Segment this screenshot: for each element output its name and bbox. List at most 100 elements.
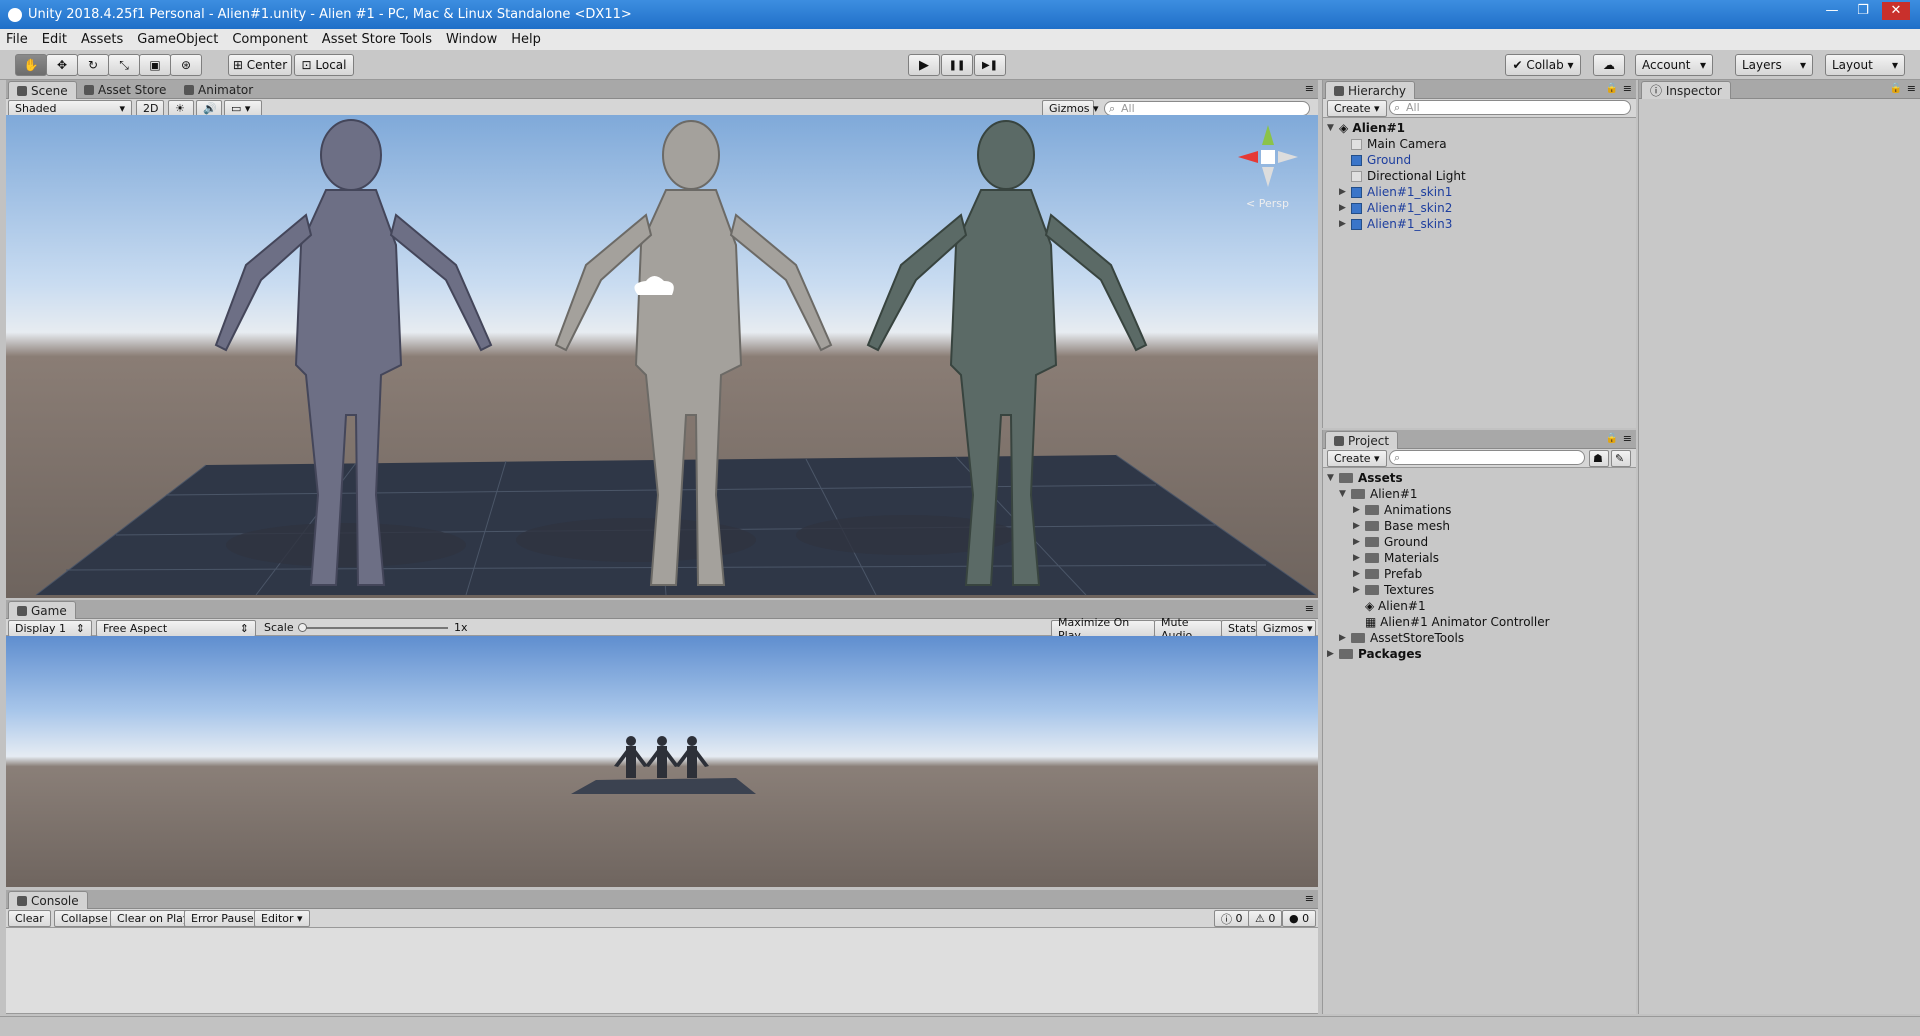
hierarchy-search-input[interactable]: All [1389,100,1631,115]
game-gizmos-dropdown[interactable]: Gizmos ▾ [1256,620,1316,637]
maximize-on-play-toggle[interactable]: Maximize On Play [1051,616,1155,642]
hierarchy-item-ground[interactable]: Ground [1351,152,1411,168]
lock-icon[interactable]: 🔒 [1606,433,1618,444]
expand-arrow-icon[interactable]: ▶ [1327,649,1339,659]
project-folder-asset-store-tools[interactable]: ▶ AssetStoreTools [1339,630,1464,646]
error-filter-toggle[interactable]: ● 0 [1282,910,1317,927]
scene-viewport[interactable]: < Persp [6,115,1318,598]
stats-toggle[interactable]: Stats [1221,620,1257,637]
expand-arrow-icon[interactable]: ▶ [1353,553,1365,563]
minimize-button[interactable]: — [1818,2,1846,20]
pivot-center-button[interactable]: ⊞ Center [228,54,292,76]
project-packages-folder[interactable]: ▶ Packages [1327,646,1422,662]
expand-arrow-icon[interactable]: ▶ [1339,187,1351,197]
expand-arrow-icon[interactable]: ▶ [1353,585,1365,595]
hand-tool-button[interactable]: ✋ [15,54,47,76]
editor-dropdown[interactable]: Editor ▾ [254,910,310,927]
mute-audio-toggle[interactable]: Mute Audio [1154,616,1222,642]
maximize-button[interactable]: ❐ [1849,2,1877,20]
tab-project[interactable]: Project [1325,431,1399,449]
project-create-dropdown[interactable]: Create ▾ [1327,450,1387,467]
display-dropdown[interactable]: Display 1 ⇕ [8,620,92,637]
scale-slider[interactable] [298,623,448,632]
project-file-scene[interactable]: ◈ Alien#1 [1365,598,1426,614]
console-clear-button[interactable]: Clear [8,910,51,927]
layers-dropdown[interactable]: Layers ▾ [1735,54,1813,76]
expand-arrow-icon[interactable]: ▶ [1353,569,1365,579]
tab-console[interactable]: Console [8,891,88,909]
persp-label[interactable]: < Persp [1246,197,1289,210]
expand-arrow-icon[interactable]: ▶ [1339,633,1351,643]
pause-button[interactable]: ❚❚ [941,54,973,76]
panel-menu-icon[interactable]: ≡ [1305,892,1314,905]
panel-menu-icon[interactable]: ≡ [1623,82,1632,95]
menu-help[interactable]: Help [511,32,541,47]
tab-scene[interactable]: Scene [8,81,77,99]
expand-arrow-icon[interactable]: ▼ [1327,123,1339,133]
console-collapse-button[interactable]: Collapse [54,910,115,927]
expand-arrow-icon[interactable]: ▶ [1353,505,1365,515]
menu-gameobject[interactable]: GameObject [137,32,218,47]
tab-animator[interactable]: Animator [176,81,261,99]
rect-tool-button[interactable]: ▣ [139,54,171,76]
close-button[interactable]: ✕ [1882,2,1910,20]
hierarchy-item-main-camera[interactable]: Main Camera [1351,136,1447,152]
expand-arrow-icon[interactable]: ▼ [1339,489,1351,499]
project-alien-folder[interactable]: ▼ Alien#1 [1339,486,1418,502]
layout-dropdown[interactable]: Layout ▾ [1825,54,1905,76]
collab-dropdown[interactable]: ✔ Collab ▾ [1505,54,1581,76]
panel-menu-icon[interactable]: ≡ [1907,82,1916,95]
panel-menu-icon[interactable]: ≡ [1305,602,1314,615]
hierarchy-create-dropdown[interactable]: Create ▾ [1327,100,1387,117]
info-filter-toggle[interactable]: ⓘ 0 [1214,910,1250,927]
lock-icon[interactable]: 🔒 [1606,83,1618,94]
rotate-tool-button[interactable]: ↻ [77,54,109,76]
play-button[interactable]: ▶ [908,54,940,76]
project-folder-base-mesh[interactable]: ▶ Base mesh [1353,518,1450,534]
step-button[interactable]: ▶❚ [974,54,1006,76]
transform-tool-button[interactable]: ⊛ [170,54,202,76]
expand-arrow-icon[interactable]: ▶ [1339,219,1351,229]
hierarchy-scene-root[interactable]: ▼ ◈ Alien#1 [1327,120,1633,136]
project-search-input[interactable] [1389,450,1585,465]
tab-game[interactable]: Game [8,601,76,619]
menu-asset-store-tools[interactable]: Asset Store Tools [322,32,432,47]
menu-edit[interactable]: Edit [42,32,67,47]
hierarchy-item-skin3[interactable]: ▶ Alien#1_skin3 [1339,216,1452,232]
project-folder-animations[interactable]: ▶ Animations [1353,502,1451,518]
menu-window[interactable]: Window [446,32,497,47]
expand-arrow-icon[interactable]: ▶ [1353,537,1365,547]
tab-inspector[interactable]: ⓘ Inspector [1641,81,1731,99]
scale-tool-button[interactable]: ⤡ [108,54,140,76]
orientation-gizmo[interactable] [1238,125,1298,187]
expand-arrow-icon[interactable]: ▶ [1353,521,1365,531]
error-pause-toggle[interactable]: Error Pause [184,910,261,927]
pivot-local-button[interactable]: ⊡ Local [294,54,354,76]
console-log-area[interactable] [6,928,1318,1014]
project-folder-ground[interactable]: ▶ Ground [1353,534,1428,550]
filter-by-label-button[interactable]: ✎ [1611,450,1631,467]
move-tool-button[interactable]: ✥ [46,54,78,76]
filter-by-type-button[interactable]: ☗ [1589,450,1609,467]
menu-component[interactable]: Component [232,32,307,47]
project-folder-prefab[interactable]: ▶ Prefab [1353,566,1422,582]
menu-assets[interactable]: Assets [81,32,123,47]
expand-arrow-icon[interactable]: ▼ [1327,473,1339,483]
scene-search-input[interactable]: All [1104,101,1310,116]
project-folder-materials[interactable]: ▶ Materials [1353,550,1439,566]
lock-icon[interactable]: 🔒 [1890,83,1902,94]
tab-asset-store[interactable]: Asset Store [76,81,174,99]
expand-arrow-icon[interactable]: ▶ [1339,203,1351,213]
account-dropdown[interactable]: Account ▾ [1635,54,1713,76]
panel-menu-icon[interactable]: ≡ [1305,82,1314,95]
menu-file[interactable]: File [6,32,28,47]
tab-hierarchy[interactable]: Hierarchy [1325,81,1416,99]
hierarchy-item-directional-light[interactable]: Directional Light [1351,168,1466,184]
cloud-button[interactable]: ☁ [1593,54,1625,76]
warning-filter-toggle[interactable]: ⚠ 0 [1248,910,1283,927]
project-assets-folder[interactable]: ▼ Assets [1327,470,1403,486]
project-folder-textures[interactable]: ▶ Textures [1353,582,1434,598]
aspect-dropdown[interactable]: Free Aspect ⇕ [96,620,256,637]
panel-menu-icon[interactable]: ≡ [1623,432,1632,445]
hierarchy-item-skin1[interactable]: ▶ Alien#1_skin1 [1339,184,1452,200]
